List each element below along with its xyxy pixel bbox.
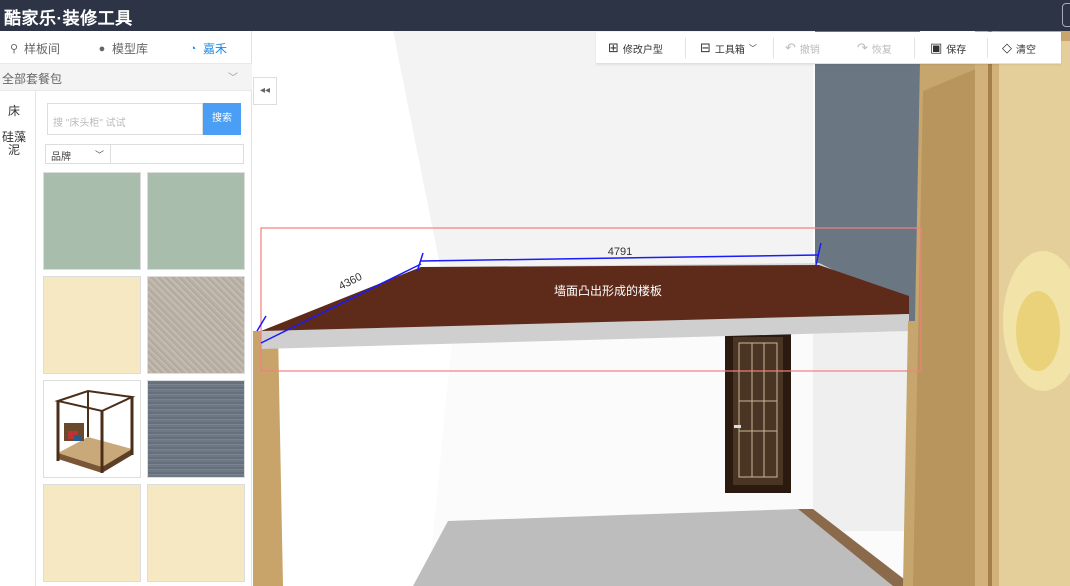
divider (987, 38, 988, 58)
tab-label: 模型库 (112, 42, 149, 56)
edit-floorplan-label: 修改户型 (622, 44, 663, 56)
product-tile[interactable] (147, 172, 245, 270)
dimension-top-label: 4791 (608, 246, 632, 258)
brand-filter-value[interactable] (111, 144, 244, 164)
product-tile[interactable] (43, 380, 141, 478)
product-tile[interactable] (43, 484, 141, 582)
toolbox-label: 工具箱 (714, 44, 745, 56)
cube-icon: ● (98, 42, 106, 55)
tab-sample-rooms[interactable]: ⚲ 样板间 (8, 40, 60, 57)
product-tile[interactable] (147, 484, 245, 582)
clear-label: 清空 (1016, 44, 1036, 56)
floorplan-icon: ⊞ (608, 40, 619, 55)
product-tile[interactable] (43, 276, 141, 374)
top-toolbar: ⊞ 修改户型 ⊟ 工具箱 ﹀ ↶ 撤销 ↷ 恢复 ▣ 保存 ◇ 清空 (596, 32, 1061, 64)
package-filter[interactable]: 全部套餐包 ﹀ (0, 63, 252, 91)
undo-button[interactable]: ↶ 撤销 (785, 32, 820, 64)
undo-label: 撤销 (799, 44, 820, 56)
package-filter-value: 全部套餐包 (2, 72, 63, 86)
chevron-down-icon: ﹀ (748, 43, 757, 53)
search-input[interactable]: 搜 "床头柜" 试试 (47, 103, 203, 135)
product-tile[interactable] (147, 380, 245, 478)
collapse-sidebar-button[interactable]: ◂◂ (253, 77, 277, 105)
category-diatom-mud[interactable]: 硅藻泥 (0, 131, 28, 157)
chevron-down-icon: ﹀ (228, 73, 238, 84)
divider (914, 38, 915, 58)
category-list: 床 硅藻泥 (0, 91, 36, 586)
floor-slab-label: 墙面凸出形成的楼板 (554, 283, 662, 298)
tab-model-library[interactable]: ● 模型库 (96, 40, 148, 57)
3d-viewport[interactable]: 4360 4791 墙面凸出形成的楼板 (253, 31, 1070, 586)
toolbox-icon: ⊟ (700, 40, 711, 55)
tag-icon: ◔ (189, 42, 197, 55)
eraser-icon: ◇ (1002, 40, 1012, 55)
sidebar: ⚲ 样板间 ● 模型库 ◔ 嘉禾 全部套餐包 ﹀ 床 硅藻泥 搜 "床头柜" 试… (0, 31, 252, 586)
edit-floorplan-button[interactable]: ⊞ 修改户型 (608, 32, 663, 64)
category-bed[interactable]: 床 (0, 105, 28, 118)
sidebar-tabs: ⚲ 样板间 ● 模型库 ◔ 嘉禾 (0, 31, 252, 63)
chevron-down-icon: ﹀ (94, 150, 104, 160)
brand-filter[interactable]: 品牌 ﹀ (45, 144, 111, 164)
toolbox-button[interactable]: ⊟ 工具箱 ﹀ (700, 32, 757, 64)
divider (685, 38, 686, 58)
undo-icon: ↶ (785, 40, 796, 55)
redo-icon: ↷ (857, 40, 868, 55)
divider (773, 38, 774, 58)
product-tile[interactable] (43, 172, 141, 270)
window-control[interactable] (1062, 3, 1070, 27)
clear-button[interactable]: ◇ 清空 (1002, 32, 1036, 64)
bed-image (54, 389, 136, 473)
tab-label: 样板间 (24, 42, 61, 56)
search-button[interactable]: 搜索 (203, 103, 241, 135)
redo-label: 恢复 (871, 44, 892, 56)
app-title: 酷家乐·装修工具 (4, 9, 133, 28)
product-tile[interactable] (147, 276, 245, 374)
pin-icon: ⚲ (9, 43, 19, 55)
tab-label: 嘉禾 (203, 42, 228, 56)
save-button[interactable]: ▣ 保存 (930, 32, 966, 64)
save-icon: ▣ (930, 40, 943, 55)
redo-button[interactable]: ↷ 恢复 (857, 32, 892, 64)
save-label: 保存 (946, 44, 967, 56)
title-bar: 酷家乐·装修工具 (0, 0, 1070, 31)
tab-brand[interactable]: ◔ 嘉禾 (187, 40, 227, 57)
brand-filter-label: 品牌 (51, 152, 71, 163)
